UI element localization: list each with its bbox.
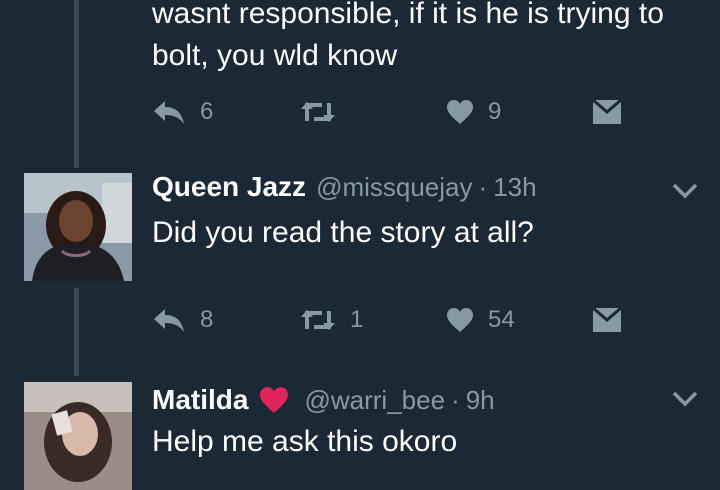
separator-dot: · <box>451 384 460 415</box>
avatar[interactable] <box>24 382 132 490</box>
tweet-header: Queen Jazz @missquejay · 13h <box>152 170 537 204</box>
reply-button[interactable]: 6 <box>152 97 213 127</box>
chevron-down-icon[interactable] <box>672 182 698 200</box>
tweet-text: Help me ask this okoro <box>152 425 458 458</box>
pink-heart-emoji-icon <box>258 386 290 414</box>
retweet-icon <box>301 102 335 122</box>
tweet-text: Did you read the story at all? <box>152 216 534 249</box>
username[interactable]: @warri_bee <box>304 385 445 416</box>
retweet-icon <box>301 310 335 330</box>
avatar-photo <box>24 173 132 281</box>
like-heart-icon <box>447 308 473 332</box>
direct-message-button[interactable] <box>592 305 622 335</box>
display-name[interactable]: Matilda <box>152 384 248 416</box>
retweet-button[interactable] <box>300 97 350 127</box>
avatar[interactable] <box>24 173 132 281</box>
like-button[interactable]: 54 <box>446 305 515 335</box>
like-heart-icon <box>447 100 473 124</box>
like-button[interactable]: 9 <box>446 97 501 127</box>
reply-count: 6 <box>200 98 214 125</box>
retweet-button[interactable]: 1 <box>300 305 363 335</box>
like-count: 9 <box>488 98 502 125</box>
tweet-header: Matilda @warri_bee · 9h <box>152 383 495 417</box>
chevron-down-icon[interactable] <box>672 390 698 408</box>
tweet-actions: 8 1 54 <box>152 305 632 335</box>
direct-message-icon <box>592 99 622 124</box>
display-name[interactable]: Queen Jazz <box>152 171 306 203</box>
tweet-text-line: bolt, you wld know <box>152 39 398 72</box>
reply-icon <box>154 309 184 332</box>
direct-message-icon <box>592 307 622 332</box>
retweet-count: 1 <box>350 306 364 333</box>
username[interactable]: @missquejay <box>316 172 472 203</box>
like-count: 54 <box>488 306 515 333</box>
timestamp[interactable]: 9h <box>466 385 495 416</box>
reply-count: 8 <box>200 306 214 333</box>
direct-message-button[interactable] <box>592 97 622 127</box>
thread-line <box>74 288 79 376</box>
reply-icon <box>154 101 184 124</box>
reply-button[interactable]: 8 <box>152 305 213 335</box>
timestamp[interactable]: 13h <box>493 172 536 203</box>
thread-line <box>74 0 79 168</box>
tweet-actions: 6 9 <box>152 97 632 127</box>
separator-dot: · <box>478 171 488 202</box>
avatar-photo <box>24 382 132 490</box>
tweet-text-line: wasnt responsible, if it is he is trying… <box>152 0 664 30</box>
